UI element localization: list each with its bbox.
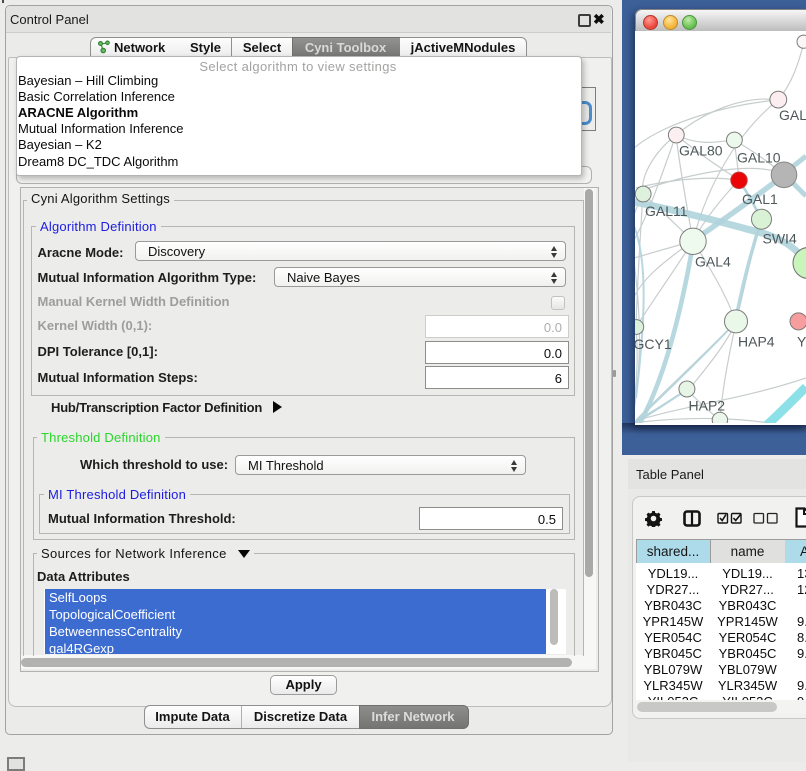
svg-text:HAP4: HAP4 bbox=[738, 334, 775, 350]
svg-text:GAL10: GAL10 bbox=[737, 150, 781, 166]
svg-text:SWI4: SWI4 bbox=[763, 231, 797, 247]
svg-text:GAL7: GAL7 bbox=[779, 107, 806, 123]
svg-text:GCY1: GCY1 bbox=[635, 336, 672, 352]
svg-text:GAL80: GAL80 bbox=[679, 143, 723, 159]
svg-text:YB: YB bbox=[797, 334, 806, 350]
svg-text:GAL11: GAL11 bbox=[645, 203, 688, 219]
svg-text:GAL1: GAL1 bbox=[742, 191, 778, 207]
svg-text:HAP2: HAP2 bbox=[689, 398, 726, 414]
svg-text:GAL4: GAL4 bbox=[695, 254, 731, 270]
